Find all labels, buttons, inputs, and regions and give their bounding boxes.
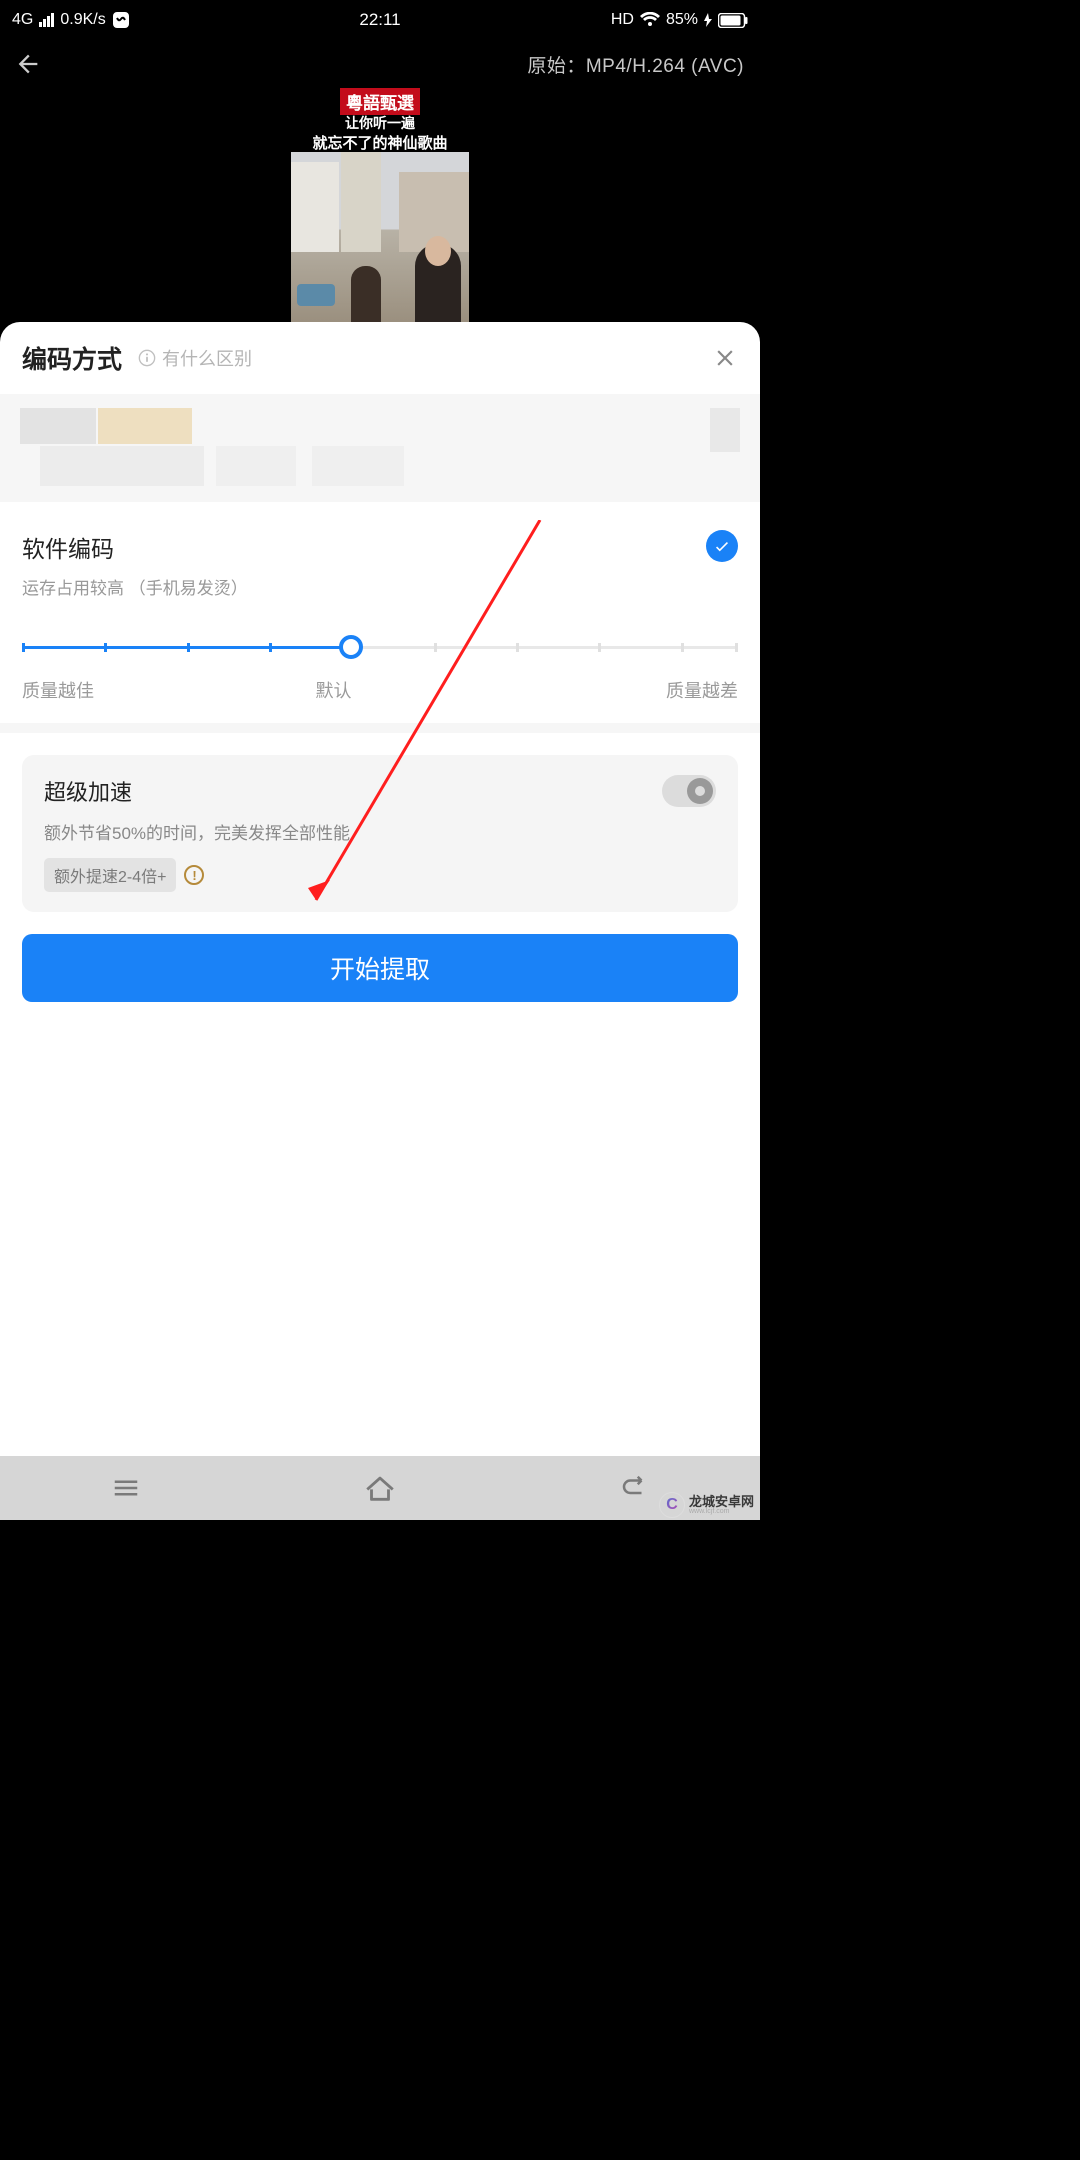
accel-toggle[interactable] <box>662 775 716 807</box>
status-bar: 4G 0.9K/s 22:11 HD 85% <box>0 0 760 40</box>
option-block[interactable] <box>312 446 404 486</box>
thumb-subtitle-1: 让你听一遍 <box>291 113 469 133</box>
option-block[interactable] <box>710 408 740 452</box>
thumb-image <box>291 152 469 324</box>
encoding-sheet: 编码方式 有什么区别 软件编码 运存占用较高 （手机易发烫） <box>0 322 760 1520</box>
app-header: 原始：MP4/H.264 (AVC) <box>0 40 760 88</box>
super-accel-card: 超级加速 额外节省50%的时间，完美发挥全部性能 额外提速2-4倍+ ! <box>22 755 738 912</box>
format-value: MP4/H.264 (AVC) <box>586 56 744 77</box>
encoding-section: 软件编码 运存占用较高 （手机易发烫） 质量越佳 默认 质量越差 <box>0 502 760 723</box>
format-info: 原始：MP4/H.264 (AVC) <box>527 51 744 78</box>
back-arrow-icon[interactable] <box>14 50 42 78</box>
thumb-title: 粵語甄選 <box>340 88 420 115</box>
watermark-text: 龙城安卓网 <box>689 1495 754 1508</box>
wifi-icon <box>640 12 660 28</box>
help-link[interactable]: 有什么区别 <box>138 345 252 371</box>
network-type: 4G <box>12 11 33 29</box>
check-icon <box>713 537 731 555</box>
toggle-knob <box>687 778 713 804</box>
thumb-subtitle-2: 就忘不了的神仙歌曲 <box>291 132 469 153</box>
watermark-sub: www.lcjf.com <box>689 1508 754 1515</box>
option-block[interactable] <box>98 408 192 444</box>
battery-icon <box>718 13 748 28</box>
watermark: C 龙城安卓网 www.lcjf.com <box>659 1492 754 1518</box>
accel-desc: 额外节省50%的时间，完美发挥全部性能 <box>44 819 716 844</box>
encoding-selected-check[interactable] <box>706 530 738 562</box>
app-icon <box>112 11 130 29</box>
warning-icon[interactable]: ! <box>184 865 204 885</box>
accel-title: 超级加速 <box>44 775 132 807</box>
format-label: 原始： <box>527 56 586 77</box>
signal-icon <box>39 13 54 27</box>
status-right: HD 85% <box>611 11 748 29</box>
accel-badge: 额外提速2-4倍+ <box>44 858 176 892</box>
video-thumbnail[interactable]: 粵語甄選 让你听一遍 就忘不了的神仙歌曲 <box>291 88 469 324</box>
slider-label-left: 质量越佳 <box>22 677 94 703</box>
sheet-title: 编码方式 <box>22 340 122 376</box>
net-speed: 0.9K/s <box>60 11 105 29</box>
status-left: 4G 0.9K/s <box>12 11 130 29</box>
option-block[interactable] <box>216 446 296 486</box>
start-extract-button[interactable]: 开始提取 <box>22 934 738 1002</box>
system-nav-bar <box>0 1456 760 1520</box>
encoding-desc: 运存占用较高 （手机易发烫） <box>22 574 738 599</box>
encoder-options-strip <box>0 394 760 502</box>
encoding-title: 软件编码 <box>22 530 114 564</box>
nav-menu-icon[interactable] <box>111 1473 141 1503</box>
video-preview: 粵語甄選 让你听一遍 就忘不了的神仙歌曲 <box>0 88 760 324</box>
info-icon <box>138 349 156 367</box>
battery-pct: 85% <box>666 11 698 29</box>
quality-slider[interactable] <box>22 637 738 659</box>
hd-label: HD <box>611 11 634 29</box>
help-text: 有什么区别 <box>162 345 252 371</box>
nav-back-icon[interactable] <box>619 1473 649 1503</box>
option-block[interactable] <box>20 408 96 444</box>
close-icon[interactable] <box>712 345 738 371</box>
charging-icon <box>704 13 712 27</box>
slider-thumb[interactable] <box>339 635 363 659</box>
sheet-header: 编码方式 有什么区别 <box>0 322 760 394</box>
option-block[interactable] <box>40 446 204 486</box>
nav-home-icon[interactable] <box>363 1473 397 1503</box>
section-divider <box>0 723 760 733</box>
slider-label-mid: 默认 <box>316 677 352 703</box>
start-button-label: 开始提取 <box>330 950 430 986</box>
slider-label-right: 质量越差 <box>666 677 738 703</box>
watermark-logo: C <box>659 1492 685 1518</box>
clock: 22:11 <box>359 10 400 30</box>
